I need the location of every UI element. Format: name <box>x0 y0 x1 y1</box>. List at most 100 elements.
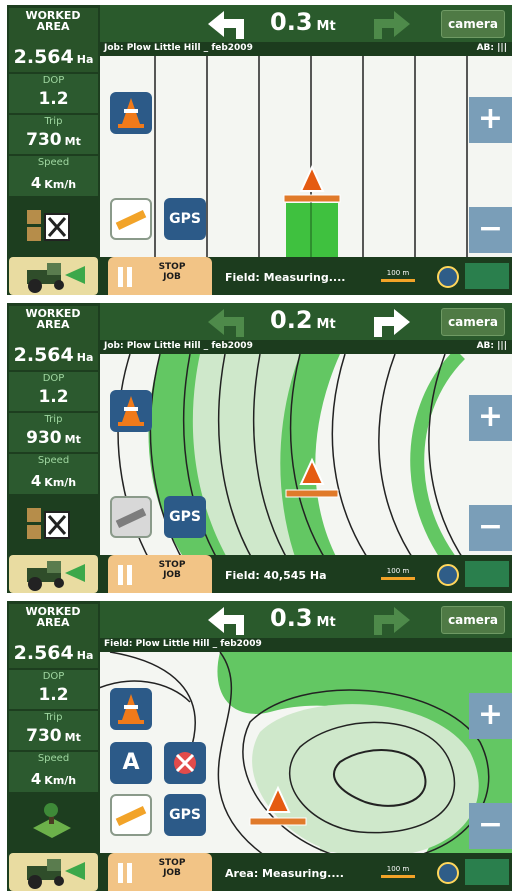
dop-value: 1.2 <box>38 89 69 109</box>
gps-off-button[interactable] <box>164 742 206 784</box>
plus-icon: + <box>477 399 504 434</box>
stop-job-label: STOP JOB <box>158 858 186 878</box>
status-text: Field: 40,545 Ha <box>225 569 327 582</box>
compass-icon[interactable] <box>437 862 459 884</box>
worked-area-label: WORKED AREA <box>25 9 81 33</box>
trip-box: Trip 930 Mt <box>9 413 98 452</box>
minus-icon: − <box>477 807 504 842</box>
scale-bar-line <box>381 279 415 282</box>
cone-icon <box>118 98 144 128</box>
job-name: Job: Plow Little Hill _ feb2009 <box>104 341 253 351</box>
ruler-icon <box>115 508 147 528</box>
measure-button[interactable] <box>110 496 152 538</box>
zoom-in-button[interactable]: + <box>469 693 512 739</box>
a-point-button[interactable]: A <box>110 742 152 784</box>
tractor-button[interactable] <box>9 853 98 891</box>
worked-area-value: 2.564 Ha <box>13 46 94 68</box>
worked-area-label: WORKED AREA <box>25 605 81 629</box>
trip-value: 730 Mt <box>26 726 81 746</box>
distance-readout: 0.3 Mt <box>270 8 336 36</box>
stats-sidebar: WORKED AREA 2.564 Ha DOP 1.2 Trip 930 Mt S… <box>7 303 100 593</box>
ab-line-label: AB: ||| <box>476 43 507 53</box>
trip-label: Trip <box>44 116 63 127</box>
status-text: Area: Measuring.... <box>225 867 344 880</box>
section-toggle-icon[interactable] <box>27 506 73 542</box>
section-toggle-icon[interactable] <box>27 208 73 244</box>
zoom-in-button[interactable]: + <box>469 395 512 441</box>
zoom-out-button[interactable]: − <box>469 803 512 849</box>
camera-button[interactable]: camera <box>441 308 505 336</box>
camera-button[interactable]: camera <box>441 10 505 38</box>
left-arrow-icon[interactable] <box>208 605 250 635</box>
distance-readout: 0.3 Mt <box>270 604 336 632</box>
zoom-in-button[interactable]: + <box>469 97 512 143</box>
stop-job-button[interactable]: STOP JOB <box>108 853 212 891</box>
job-line: Field: Plow Little Hill _ feb2009 <box>100 638 512 652</box>
camera-button[interactable]: camera <box>441 606 505 634</box>
checkbox-icon <box>27 508 70 539</box>
dop-box: DOP 1.2 <box>9 670 98 709</box>
right-arrow-icon[interactable] <box>368 307 410 337</box>
job-name: Job: Plow Little Hill _ feb2009 <box>104 43 253 53</box>
stop-job-label: STOP JOB <box>158 262 186 282</box>
plus-icon: + <box>477 101 504 136</box>
right-arrow-icon[interactable] <box>368 9 410 39</box>
tractor-icon <box>27 263 85 293</box>
dop-label: DOP <box>42 671 65 682</box>
zoom-out-button[interactable]: − <box>469 505 512 551</box>
stop-job-button[interactable]: STOP JOB <box>108 555 212 593</box>
tractor-icon <box>27 561 85 591</box>
trip-box: Trip 730 Mt <box>9 711 98 750</box>
trip-value: 930 Mt <box>26 428 81 448</box>
worked-area-box: WORKED AREA 2.564 Ha <box>9 8 98 72</box>
worked-area-box: WORKED AREA 2.564 Ha <box>9 604 98 668</box>
dop-value: 1.2 <box>38 685 69 705</box>
gps-button[interactable]: GPS <box>164 198 206 240</box>
worked-area-label: WORKED AREA <box>25 307 81 331</box>
signal-icon <box>465 859 509 885</box>
gps-icon: GPS <box>169 807 201 823</box>
speed-label: Speed <box>37 753 70 764</box>
minus-icon: − <box>477 211 504 246</box>
cone-button[interactable] <box>110 92 152 134</box>
signal-icon <box>465 263 509 289</box>
cone-button[interactable] <box>110 688 152 730</box>
bottom-bar: STOP JOB Field: 40,545 Ha 100 m <box>100 555 512 593</box>
tractor-icon <box>27 859 85 889</box>
trip-label: Trip <box>44 414 63 425</box>
cone-icon <box>118 396 144 426</box>
speed-label: Speed <box>37 157 70 168</box>
gps-button[interactable]: GPS <box>164 496 206 538</box>
checkbox-icon <box>27 210 70 241</box>
tractor-button[interactable] <box>9 257 98 295</box>
field-button[interactable] <box>31 802 73 840</box>
gps-icon: GPS <box>169 509 201 525</box>
dop-box: DOP 1.2 <box>9 74 98 113</box>
measure-button[interactable] <box>110 794 152 836</box>
scale-label: 100 m <box>386 567 410 575</box>
job-line: Job: Plow Little Hill _ feb2009 AB: ||| <box>100 42 512 56</box>
compass-icon[interactable] <box>437 266 459 288</box>
pause-icon <box>118 267 132 287</box>
compass-icon[interactable] <box>437 564 459 586</box>
scale-label: 100 m <box>386 865 410 873</box>
tractor-button[interactable] <box>9 555 98 593</box>
distance-readout: 0.2 Mt <box>270 306 336 334</box>
top-bar: 0.3 Mt camera Job: Plow Little Hill _ feb… <box>100 5 512 56</box>
left-arrow-icon[interactable] <box>208 307 250 337</box>
right-arrow-icon[interactable] <box>368 605 410 635</box>
signal-icon <box>465 561 509 587</box>
dop-value: 1.2 <box>38 387 69 407</box>
gps-icon: GPS <box>169 211 201 227</box>
gps-button[interactable]: GPS <box>164 794 206 836</box>
cone-icon <box>118 694 144 724</box>
ab-line-label: AB: ||| <box>476 341 507 351</box>
status-text: Field: Measuring.... <box>225 271 346 284</box>
cone-button[interactable] <box>110 390 152 432</box>
trip-label: Trip <box>44 712 63 723</box>
field-icon <box>33 803 71 838</box>
zoom-out-button[interactable]: − <box>469 207 512 253</box>
left-arrow-icon[interactable] <box>208 9 250 39</box>
measure-button[interactable] <box>110 198 152 240</box>
stop-job-button[interactable]: STOP JOB <box>108 257 212 295</box>
